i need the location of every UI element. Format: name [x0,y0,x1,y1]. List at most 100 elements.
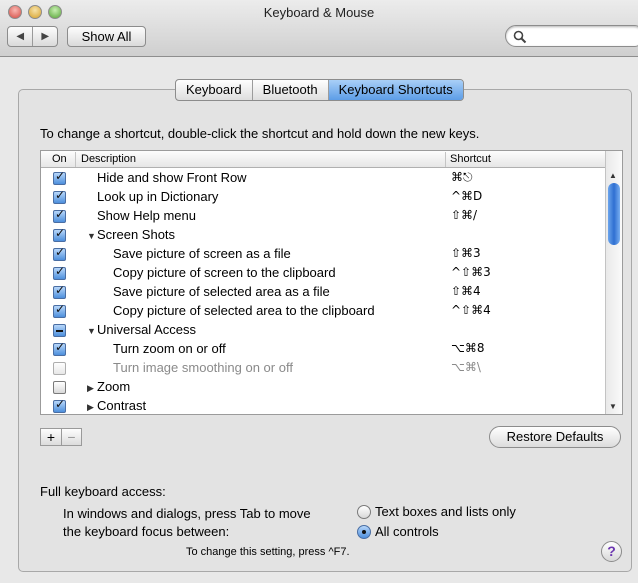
scrollbar-thumb[interactable] [608,183,620,245]
enable-checkbox[interactable] [53,324,66,337]
disclosure-expanded-icon[interactable]: ▼ [87,231,97,241]
column-header-description[interactable]: Description [76,152,446,167]
shortcut-keys[interactable]: ⌘⎋ [451,170,473,185]
disclosure-expanded-icon[interactable]: ▼ [87,326,97,336]
table-row[interactable]: ▼Universal Access [41,321,606,340]
shortcut-keys[interactable]: ^⇧⌘4 [451,303,491,317]
enable-checkbox[interactable]: ✓ [53,169,66,185]
enable-checkbox[interactable]: ✓ [53,397,66,413]
shortcut-description: Save picture of selected area as a file [113,284,330,299]
tab-keyboard[interactable]: Keyboard [176,80,252,100]
show-all-button[interactable]: Show All [67,26,146,47]
enable-checkbox[interactable]: ✓ [53,340,66,356]
description-label: Save picture of screen as a file [113,246,291,261]
shortcut-description: ▶ Contrast [87,398,146,413]
shortcut-description: Turn zoom on or off [113,341,226,356]
enable-checkbox[interactable]: ✓ [53,283,66,299]
table-row[interactable]: ✓ Show Help menu ⇧⌘/ [41,207,606,226]
add-shortcut-button[interactable]: + [41,429,61,445]
shortcut-keys[interactable]: ⌥⌘8 [451,341,484,355]
description-label: Look up in Dictionary [97,189,219,204]
shortcut-description: Copy picture of screen to the clipboard [113,265,336,280]
shortcut-description: Save picture of screen as a file [113,246,291,261]
search-field[interactable] [505,25,638,47]
tab-bluetooth[interactable]: Bluetooth [251,80,328,100]
enable-checkbox[interactable]: ✓ [53,226,66,242]
restore-defaults-button[interactable]: Restore Defaults [489,426,621,448]
scroll-down-arrow-icon[interactable]: ▼ [609,402,617,411]
remove-shortcut-button[interactable]: − [61,429,81,445]
shortcut-description: Look up in Dictionary [97,189,218,204]
checkmark-icon: ✓ [55,226,66,240]
enable-checkbox[interactable]: ✓ [53,302,66,318]
enable-checkbox[interactable] [53,362,66,375]
radio-button-selected[interactable] [357,524,371,539]
checkmark-icon: ✓ [55,340,66,354]
table-row[interactable]: ✓ Look up in Dictionary ^⌘D [41,188,606,207]
shortcut-description: ▼Screen Shots [87,227,175,242]
column-header-on[interactable]: On [41,152,76,167]
instructions-text: To change a shortcut, double-click the s… [40,126,480,141]
tab-keyboard-shortcuts[interactable]: Keyboard Shortcuts [327,80,463,100]
radio-label: All controls [375,524,439,539]
shortcut-keys[interactable]: ^⌘D [451,189,482,203]
help-button[interactable]: ? [601,541,622,562]
radio-all-controls[interactable]: All controls [357,524,439,539]
table-row[interactable]: ✓ ▼Screen Shots [41,226,606,245]
table-row[interactable]: ▶ Zoom [41,378,606,397]
table-row[interactable]: ✓ ▶ Contrast [41,397,606,414]
enable-checkbox[interactable]: ✓ [53,188,66,204]
enable-checkbox[interactable]: ✓ [53,264,66,280]
disclosure-collapsed-icon[interactable]: ▶ [87,402,97,413]
checkmark-icon: ✓ [55,188,66,202]
table-row[interactable]: ✓ Copy picture of selected area to the cl… [41,302,606,321]
checkmark-icon: ✓ [55,283,66,297]
table-rows: ✓ Hide and show Front Row ⌘⎋ ✓ Look up in Di… [41,169,606,414]
search-icon [513,30,527,44]
shortcut-keys[interactable]: ^⇧⌘3 [451,265,491,279]
window-toolbar: Keyboard & Mouse ◀ ▶ Show All [0,0,638,57]
description-label: Screen Shots [97,227,176,242]
forward-button[interactable]: ▶ [32,27,57,46]
shortcut-keys[interactable]: ⇧⌘3 [451,246,481,260]
enable-checkbox[interactable]: ✓ [53,207,66,223]
window-title: Keyboard & Mouse [263,5,375,20]
full-keyboard-access-label: Full keyboard access: [40,484,166,499]
checkmark-icon: ✓ [55,397,66,411]
table-row[interactable]: ✓ Copy picture of screen to the clipboard… [41,264,606,283]
radio-text-boxes-only[interactable]: Text boxes and lists only [357,504,516,519]
enable-checkbox[interactable] [53,381,66,394]
shortcut-description: ▼Universal Access [87,322,196,337]
add-remove-buttons: + − [40,428,82,446]
radio-label: Text boxes and lists only [375,504,516,519]
scroll-up-arrow-icon[interactable]: ▲ [609,171,617,180]
table-row[interactable]: ✓ Turn zoom on or off ⌥⌘8 [41,340,606,359]
table-row[interactable]: ✓ Hide and show Front Row ⌘⎋ [41,169,606,188]
shortcut-description: Turn image smoothing on or off [113,360,293,375]
column-header-shortcut[interactable]: Shortcut [446,152,606,167]
back-button[interactable]: ◀ [8,27,32,46]
description-label: Hide and show Front Row [97,170,247,185]
table-row[interactable]: ✓ Save picture of screen as a file ⇧⌘3 [41,245,606,264]
shortcut-keys[interactable]: ⇧⌘/ [451,208,477,222]
vertical-scrollbar[interactable]: ▲ ▼ [605,151,622,414]
description-label: Contrast [97,398,147,413]
description-label: Save picture of selected area as a file [113,284,330,299]
checkmark-icon: ✓ [55,207,66,221]
full-keyboard-access-description: In windows and dialogs, press Tab to mov… [63,505,311,541]
disclosure-collapsed-icon[interactable]: ▶ [87,383,97,394]
table-row[interactable]: Turn image smoothing on or off ⌥⌘\ [41,359,606,378]
shortcut-keys[interactable]: ⇧⌘4 [451,284,481,298]
description-label: Show Help menu [97,208,196,223]
description-line-1: In windows and dialogs, press Tab to mov… [63,506,311,521]
radio-button[interactable] [357,504,371,519]
shortcut-description: ▶ Zoom [87,379,130,394]
table-row[interactable]: ✓ Save picture of selected area as a file… [41,283,606,302]
description-label: Zoom [97,379,131,394]
enable-checkbox[interactable]: ✓ [53,245,66,261]
keyboard-access-hint: To change this setting, press ^F7. [186,546,350,558]
shortcut-keys[interactable]: ⌥⌘\ [451,360,481,374]
shortcut-description: Show Help menu [97,208,196,223]
checkmark-icon: ✓ [55,302,66,316]
back-arrow-icon: ◀ [16,31,25,42]
